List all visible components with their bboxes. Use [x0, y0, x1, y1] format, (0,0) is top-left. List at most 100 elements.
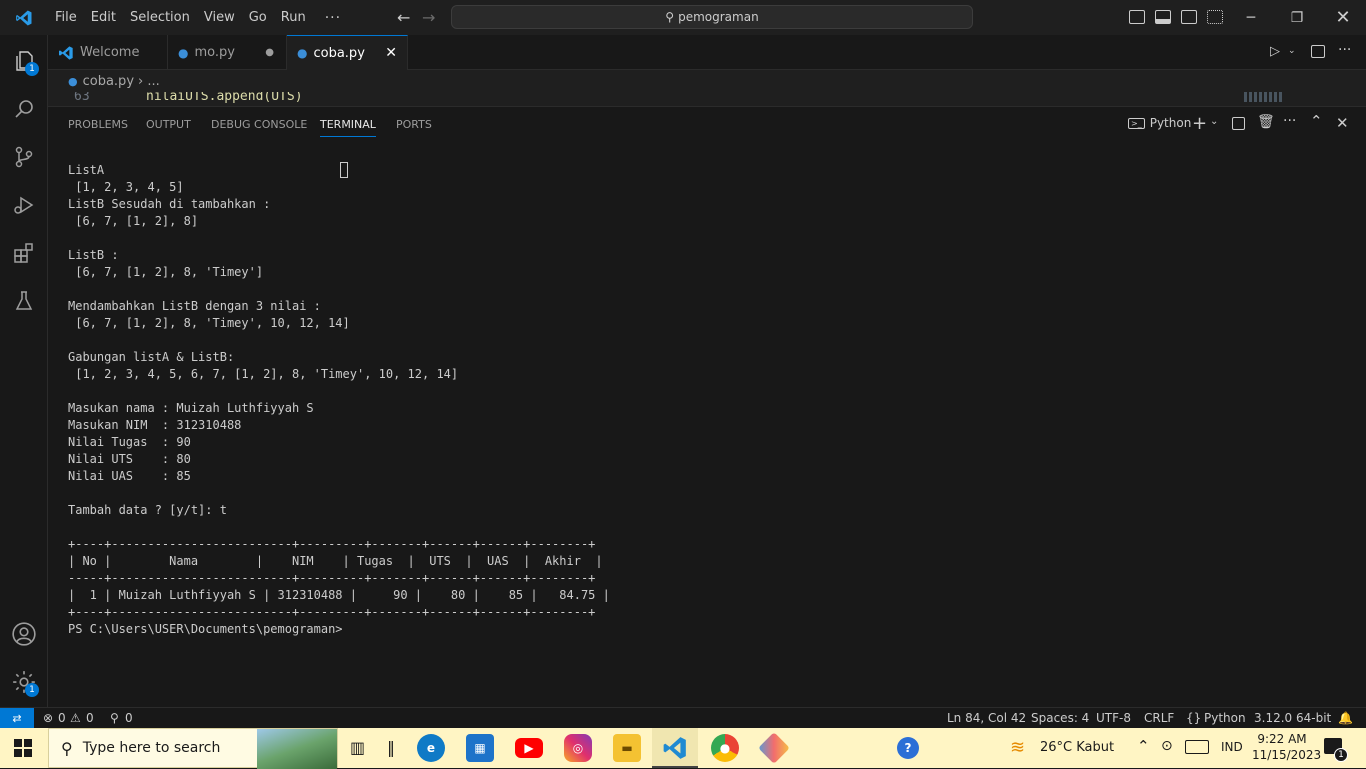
task-view-icon[interactable]: ▥ — [350, 738, 365, 757]
line-number: 63 — [74, 92, 90, 104]
panel-more-icon[interactable]: ··· — [1283, 113, 1296, 129]
unsaved-dot-icon[interactable]: ● — [265, 47, 274, 58]
warning-count[interactable]: 0 — [86, 711, 94, 725]
close-tab-icon[interactable]: ✕ — [385, 45, 397, 61]
show-hidden-icons-chevron-icon[interactable]: ⌃ — [1137, 737, 1150, 755]
end-of-line[interactable]: CRLF — [1144, 711, 1174, 725]
terminal-shell-selector[interactable]: >_ Python — [1128, 116, 1191, 130]
tab-welcome[interactable]: Welcome — [48, 35, 168, 70]
new-terminal-icon[interactable]: + — [1192, 113, 1207, 134]
menu-selection[interactable]: Selection — [123, 0, 197, 35]
indentation[interactable]: Spaces: 4 — [1031, 711, 1089, 725]
toggle-primary-sidebar-icon[interactable] — [1129, 10, 1145, 24]
source-control-icon[interactable] — [0, 133, 48, 181]
run-debug-icon[interactable] — [0, 181, 48, 229]
meet-now-icon[interactable]: ⊙ — [1161, 738, 1173, 754]
terminal-icon: >_ — [1128, 117, 1145, 129]
terminal-line: Masukan nama : Muizah Luthfiyyah S — [68, 401, 314, 415]
menu-edit[interactable]: Edit — [84, 0, 123, 35]
remote-indicator-icon[interactable]: ⇄ — [0, 708, 34, 729]
terminal-output[interactable]: ListA [1, 2, 3, 4, 5] ListB Sesudah di ta… — [68, 162, 610, 638]
account-icon[interactable] — [0, 610, 48, 658]
menu-run[interactable]: Run — [274, 0, 313, 35]
tab-problems[interactable]: PROBLEMS — [68, 118, 128, 131]
run-dropdown-icon[interactable]: ⌄ — [1288, 46, 1296, 56]
tab-mo-py[interactable]: ● mo.py ● — [168, 35, 287, 70]
terminal-dropdown-icon[interactable]: ⌄ — [1210, 116, 1218, 127]
menu-view[interactable]: View — [197, 0, 242, 35]
file-explorer-icon[interactable]: ▬ — [613, 734, 641, 762]
kill-terminal-trash-icon[interactable]: 🗑 — [1257, 114, 1275, 130]
clock[interactable]: 9:22 AM 11/15/2023 — [1252, 731, 1321, 763]
terminal-line: Nilai Tugas : 90 — [68, 435, 191, 449]
touch-keyboard-icon[interactable] — [1185, 740, 1209, 754]
weather-text[interactable]: 26°C Kabut — [1040, 740, 1114, 755]
warnings-icon[interactable]: ⚠ — [70, 711, 81, 725]
customize-layout-icon[interactable] — [1207, 10, 1223, 24]
widgets-icon[interactable]: ‖ — [387, 738, 395, 757]
language-mode[interactable]: Python — [1204, 711, 1246, 725]
toggle-secondary-sidebar-icon[interactable] — [1181, 10, 1197, 24]
terminal-line: [6, 7, [1, 2], 8, 'Timey'] — [68, 265, 264, 279]
minimap — [1244, 92, 1282, 102]
ports-icon[interactable]: ⚲ — [110, 711, 119, 725]
terminal-cursor — [340, 162, 348, 178]
minimize-icon[interactable]: ─ — [1228, 0, 1274, 35]
run-python-file-icon[interactable]: ▷ — [1270, 44, 1280, 59]
tab-label: mo.py — [194, 45, 235, 60]
taskbar-vscode-active[interactable] — [652, 728, 698, 768]
split-terminal-icon[interactable] — [1232, 117, 1245, 130]
input-language[interactable]: IND — [1221, 740, 1243, 754]
windows-start-icon[interactable] — [14, 739, 32, 757]
menu-file[interactable]: File — [48, 0, 84, 35]
tab-output[interactable]: OUTPUT — [146, 118, 191, 131]
menu-more-icon[interactable]: ··· — [313, 10, 353, 26]
forward-arrow-icon[interactable]: → — [422, 8, 435, 27]
more-actions-icon[interactable]: ··· — [1338, 42, 1351, 58]
testing-flask-icon[interactable] — [0, 277, 48, 325]
gitkraken-icon[interactable] — [758, 732, 790, 764]
errors-icon[interactable]: ⊗ — [43, 711, 53, 725]
toggle-panel-icon[interactable] — [1155, 10, 1171, 24]
notifications-bell-icon[interactable]: 🔔 — [1338, 711, 1353, 725]
help-icon[interactable]: ? — [897, 737, 919, 759]
search-highlight-image — [257, 729, 337, 769]
search-view-icon[interactable] — [0, 85, 48, 133]
terminal-line: | No | Nama | NIM | Tugas | UTS | UAS | … — [68, 554, 603, 568]
bottom-panel: PROBLEMS OUTPUT DEBUG CONSOLE TERMINAL P… — [48, 106, 1366, 707]
cursor-position[interactable]: Ln 84, Col 42 — [947, 711, 1026, 725]
encoding[interactable]: UTF-8 — [1096, 711, 1131, 725]
vscode-logo-icon — [0, 0, 48, 35]
close-panel-icon[interactable]: ✕ — [1336, 114, 1349, 132]
tab-ports[interactable]: PORTS — [396, 118, 432, 131]
terminal-line: Mendambahkan ListB dengan 3 nilai : — [68, 299, 321, 313]
tab-coba-py[interactable]: ● coba.py ✕ — [287, 35, 408, 70]
close-window-icon[interactable]: ✕ — [1320, 0, 1366, 35]
instagram-icon[interactable]: ◎ — [564, 734, 592, 762]
extensions-icon[interactable] — [0, 229, 48, 277]
menu-go[interactable]: Go — [242, 0, 274, 35]
manage-gear-icon[interactable]: 1 — [0, 658, 48, 706]
breadcrumb-rest[interactable]: › ... — [138, 74, 160, 89]
command-center-search[interactable]: ⚲ pemograman — [451, 5, 973, 29]
split-editor-icon[interactable] — [1311, 45, 1325, 58]
restore-icon[interactable]: ❐ — [1274, 0, 1320, 35]
python-interpreter[interactable]: 3.12.0 64-bit — [1254, 711, 1331, 725]
back-arrow-icon[interactable]: ← — [397, 8, 410, 27]
chrome-icon[interactable]: ● — [711, 734, 739, 762]
maximize-panel-icon[interactable]: ⌃ — [1310, 112, 1323, 130]
python-file-icon: ● — [68, 74, 78, 88]
microsoft-store-icon[interactable]: ▦ — [466, 734, 494, 762]
youtube-icon[interactable]: ▶ — [515, 738, 543, 758]
tab-terminal[interactable]: TERMINAL — [320, 118, 376, 137]
taskbar-search-box[interactable]: ⚲ Type here to search — [48, 728, 338, 769]
ports-count[interactable]: 0 — [125, 711, 133, 725]
tab-debug-console[interactable]: DEBUG CONSOLE — [211, 118, 307, 131]
editor-area[interactable]: 63 nilaiUTS.append(UTS) — [48, 92, 1366, 106]
edge-icon[interactable]: e — [417, 734, 445, 762]
terminal-line: [1, 2, 3, 4, 5] — [68, 180, 184, 194]
breadcrumb-file[interactable]: coba.py — [83, 74, 134, 89]
search-icon: ⚲ — [61, 738, 73, 758]
explorer-icon[interactable]: 1 — [0, 37, 48, 85]
error-count[interactable]: 0 — [58, 711, 66, 725]
